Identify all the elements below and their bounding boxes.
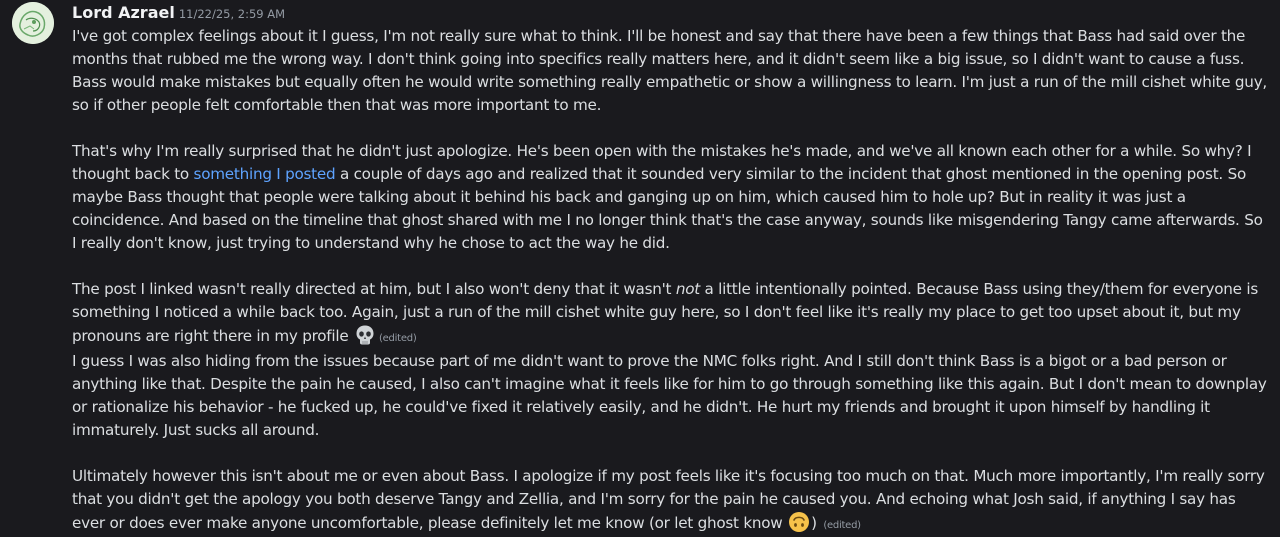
message-header: Lord Azrael 11/22/25, 2:59 AM [72, 0, 1268, 25]
avatar-image [12, 2, 54, 44]
username[interactable]: Lord Azrael [72, 3, 175, 22]
message-paragraph: That's why I'm really surprised that he … [72, 140, 1268, 255]
timestamp: 11/22/25, 2:59 AM [178, 7, 286, 21]
text-segment: ) [811, 514, 817, 532]
message-content-2: I guess I was also hiding from the issue… [72, 350, 1268, 537]
message-paragraph: The post I linked wasn't really directed… [72, 278, 1268, 350]
edited-label: (edited) [823, 520, 861, 531]
skull-emoji[interactable] [354, 324, 376, 346]
italic-text: not [675, 280, 700, 298]
text-segment: The post I linked wasn't really directed… [72, 280, 676, 298]
message-paragraph: Ultimately however this isn't about me o… [72, 465, 1268, 537]
avatar[interactable] [12, 2, 54, 44]
message-content-1: I've got complex feelings about it I gue… [72, 25, 1268, 350]
text-segment: Ultimately however this isn't about me o… [72, 467, 1265, 532]
message-paragraph: I've got complex feelings about it I gue… [72, 27, 1268, 114]
message-paragraph: I guess I was also hiding from the issue… [72, 352, 1267, 439]
upside-down-face-emoji[interactable] [788, 511, 810, 533]
message-group: Lord Azrael 11/22/25, 2:59 AM I've got co… [0, 0, 1280, 537]
message-link[interactable]: something I posted [194, 165, 336, 183]
edited-label: (edited) [379, 333, 417, 344]
